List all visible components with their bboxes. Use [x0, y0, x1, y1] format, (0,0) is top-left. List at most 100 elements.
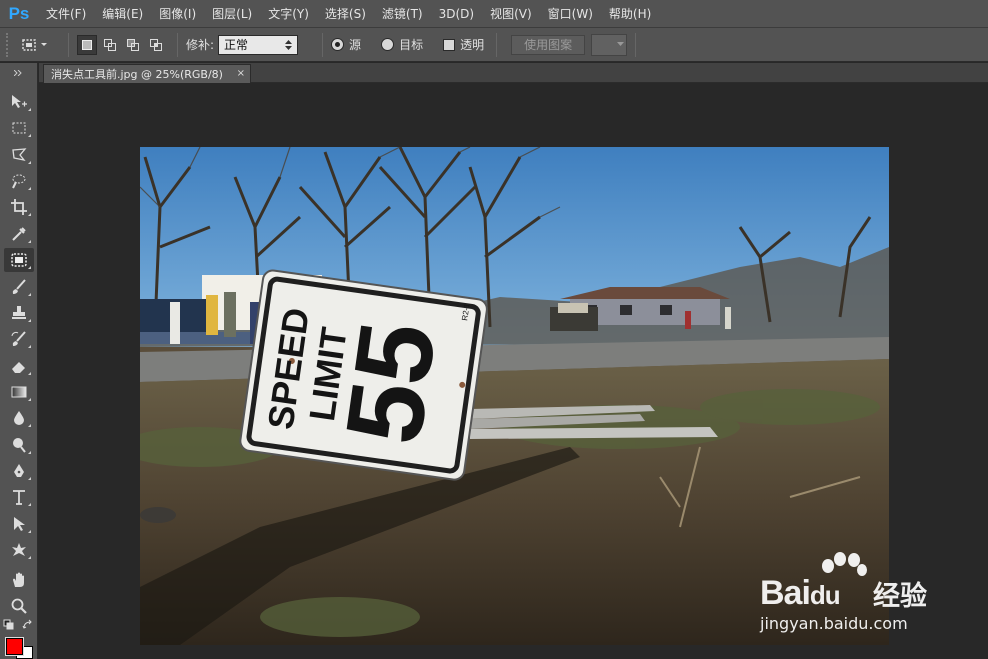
rectangular-marquee-icon [12, 122, 26, 134]
document-tab[interactable]: 消失点工具前.jpg @ 25%(RGB/8) × [43, 64, 251, 83]
transparent-label: 透明 [460, 38, 485, 52]
updown-arrows-icon [285, 39, 293, 50]
separator [635, 32, 637, 57]
patch-mode-value: 正常 [224, 38, 249, 52]
separator [68, 32, 69, 57]
menu-filter[interactable]: 滤镜(T) [374, 0, 431, 28]
add-selection-icon [104, 38, 116, 51]
subtract-selection-icon [127, 38, 139, 51]
tool-lasso[interactable] [4, 143, 34, 167]
separator [177, 32, 178, 57]
tool-path-selection[interactable] [4, 512, 34, 536]
target-radio[interactable]: 目标 [381, 36, 427, 53]
tool-type[interactable] [4, 485, 34, 509]
tool-marquee[interactable] [4, 116, 34, 140]
path-selection-icon [14, 517, 25, 531]
quick-selection-icon [12, 174, 26, 189]
patch-mode-select[interactable]: 正常 [218, 34, 299, 55]
crop-icon [11, 199, 27, 215]
tool-hand[interactable] [4, 568, 34, 592]
tool-gradient[interactable] [4, 380, 34, 404]
foreground-color-swatch[interactable] [5, 637, 24, 656]
speed-limit-sign: SPEED LIMIT 55 R2-1 [239, 269, 488, 481]
menu-bar: Ps 文件(F) 编辑(E) 图像(I) 图层(L) 文字(Y) 选择(S) 滤… [0, 0, 988, 28]
blur-drop-icon [14, 411, 24, 425]
tool-crop[interactable] [4, 195, 34, 219]
source-radio[interactable]: 源 [331, 36, 365, 53]
separator [496, 32, 498, 57]
tool-history-brush[interactable] [4, 327, 34, 351]
chevron-down-icon [617, 42, 625, 46]
menu-help[interactable]: 帮助(H) [601, 0, 659, 28]
type-icon [13, 490, 25, 505]
polygonal-lasso-icon [12, 148, 27, 161]
tool-custom-shape[interactable] [4, 538, 34, 562]
sign-text-number: 55 [322, 315, 459, 451]
tool-quick-selection[interactable] [4, 169, 34, 193]
menu-edit[interactable]: 编辑(E) [94, 0, 151, 28]
tool-pen[interactable] [4, 459, 34, 483]
tool-eraser[interactable] [4, 354, 34, 378]
tool-clone-stamp[interactable] [4, 301, 34, 325]
chevron-down-icon [41, 42, 47, 46]
tool-patch[interactable] [4, 248, 34, 272]
options-bar-grip[interactable] [6, 32, 12, 57]
tool-dodge[interactable] [4, 433, 34, 457]
target-label: 目标 [399, 38, 424, 52]
source-label: 源 [349, 38, 362, 52]
tools-panel [0, 63, 38, 659]
menu-image[interactable]: 图像(I) [151, 0, 204, 28]
transparent-checkbox-box[interactable] [443, 38, 456, 51]
history-brush-icon [11, 331, 26, 346]
brush-icon [12, 279, 26, 294]
document-tab-strip: 消失点工具前.jpg @ 25%(RGB/8) × [39, 63, 988, 83]
subtract-selection-button[interactable] [123, 35, 143, 55]
toolbar-collapse[interactable] [0, 63, 37, 83]
document-tab-title: 消失点工具前.jpg @ 25%(RGB/8) [51, 68, 223, 81]
pattern-picker[interactable] [591, 33, 628, 56]
baidu-jingyan-watermark: Baidu 经验 jingyan.baidu.com [760, 552, 960, 642]
hand-icon [13, 572, 24, 587]
menu-view[interactable]: 视图(V) [482, 0, 540, 28]
eyedropper-icon [12, 227, 26, 241]
menu-layer[interactable]: 图层(L) [204, 0, 260, 28]
new-selection-icon [82, 39, 92, 50]
jingyan-url: jingyan.baidu.com [760, 614, 908, 633]
default-colors-icon[interactable] [3, 619, 15, 631]
eraser-icon [12, 362, 25, 373]
pen-icon [14, 464, 24, 477]
menu-window[interactable]: 窗口(W) [540, 0, 601, 28]
photoshop-logo: Ps [8, 3, 30, 23]
custom-shape-icon [12, 543, 26, 556]
intersect-selection-button[interactable] [146, 35, 166, 55]
new-selection-button[interactable] [77, 34, 97, 55]
zoom-icon [11, 598, 27, 614]
patch-label: 修补: [186, 38, 215, 52]
baidu-brand: Baidu [760, 574, 841, 612]
tool-move[interactable] [4, 90, 34, 114]
use-pattern-button[interactable]: 使用图案 [511, 34, 586, 55]
swap-colors-icon[interactable] [22, 619, 34, 631]
source-radio-indicator[interactable] [331, 38, 345, 51]
options-bar: 修补: 正常 源 目标 透明 使用图案 [0, 28, 988, 62]
dodge-icon [13, 438, 26, 453]
menu-type[interactable]: 文字(Y) [260, 0, 317, 28]
intersect-selection-icon [150, 38, 162, 51]
transparent-checkbox[interactable]: 透明 [443, 36, 488, 53]
menu-3d[interactable]: 3D(D) [431, 0, 482, 28]
stamp-icon [12, 306, 26, 319]
menu-select[interactable]: 选择(S) [317, 0, 374, 28]
tool-blur[interactable] [4, 406, 34, 430]
tool-preset-picker[interactable] [20, 37, 60, 53]
patch-tool-icon [11, 253, 27, 267]
menu-file[interactable]: 文件(F) [38, 0, 94, 28]
tool-zoom[interactable] [4, 594, 34, 618]
target-radio-indicator[interactable] [381, 38, 395, 51]
add-to-selection-button[interactable] [100, 35, 120, 55]
tab-close-icon[interactable]: × [237, 68, 245, 79]
gradient-icon [11, 386, 27, 398]
patch-tool-icon [22, 38, 36, 51]
tool-brush[interactable] [4, 275, 34, 299]
tool-eyedropper[interactable] [4, 222, 34, 246]
move-tool-icon [12, 95, 27, 108]
